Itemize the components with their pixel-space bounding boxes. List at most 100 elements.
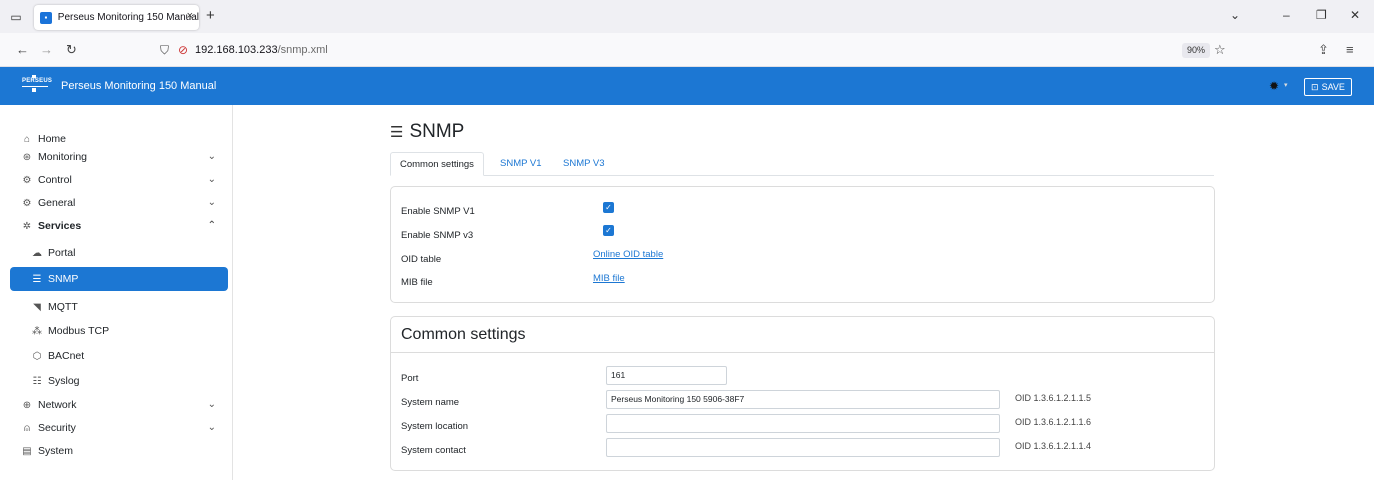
network-tree-icon: ⁂ <box>32 325 42 337</box>
sidebar-item-mqtt[interactable]: ◥ MQTT <box>10 296 228 318</box>
sidebar-item-label: Home <box>38 133 67 145</box>
forward-arrow-icon[interactable]: → <box>40 42 53 57</box>
system-location-label: System location <box>401 421 469 432</box>
sidebar-item-network[interactable]: ⊕ Network ⌄ <box>10 394 228 416</box>
page-title: ☰ SNMP <box>390 121 464 143</box>
system-name-input[interactable]: Perseus Monitoring 150 5906-38F7 <box>606 390 1000 409</box>
list-icon: ☷ <box>32 375 42 387</box>
theme-dropdown-chevron-icon[interactable]: ▾ <box>1284 81 1288 89</box>
snmp-icon: ☰ <box>32 273 42 285</box>
sidebar-item-label: Portal <box>48 247 76 259</box>
share-icon[interactable]: ⇪ <box>1318 42 1329 58</box>
sidebar-item-label: Security <box>38 422 76 434</box>
port-input[interactable]: 161 <box>606 366 727 385</box>
sidebar-item-label: System <box>38 445 74 457</box>
settings-tabs: Common settings SNMP V1 SNMP V3 <box>390 152 1214 176</box>
sidebar-item-general[interactable]: ⚙ General ⌄ <box>10 192 228 214</box>
tab-overflow-chevron-icon[interactable]: ⌄ <box>1230 8 1240 22</box>
system-icon: ▤ <box>22 445 32 457</box>
tab-title: Perseus Monitoring 150 Manual <box>57 12 199 23</box>
shield-icon[interactable]: ⛉ <box>160 43 169 58</box>
sidebar-item-modbus-tcp[interactable]: ⁂ Modbus TCP <box>10 320 228 342</box>
reload-icon[interactable]: ↻ <box>66 42 77 58</box>
tab-snmp-v3[interactable]: SNMP V3 <box>554 152 614 176</box>
sidebar-item-control[interactable]: ⚙ Control ⌄ <box>10 169 228 191</box>
services-icon: ✲ <box>22 220 32 232</box>
chevron-down-icon: ⌄ <box>207 174 216 185</box>
tab-list-icon[interactable]: ▭ <box>8 9 24 25</box>
sidebar-item-bacnet[interactable]: ⬡ BACnet <box>10 345 228 367</box>
gear-icon: ⚙ <box>22 197 32 209</box>
tab-close-icon[interactable]: × <box>187 10 193 22</box>
chevron-down-icon: ⌄ <box>207 399 216 410</box>
enable-v1-checkbox[interactable]: ✓ <box>603 202 614 213</box>
system-contact-input[interactable] <box>606 438 1000 457</box>
tab-common-settings[interactable]: Common settings <box>390 152 484 176</box>
system-location-oid: OID 1.3.6.1.2.1.1.6 <box>1015 417 1092 427</box>
sidebar-item-label: BACnet <box>48 350 85 362</box>
tab-snmp-v1[interactable]: SNMP V1 <box>491 152 551 176</box>
chevron-down-icon: ⌄ <box>207 197 216 208</box>
lock-icon: ⍝ <box>24 422 30 434</box>
cloud-icon: ☁ <box>32 247 42 259</box>
app-header: PERSEUS Perseus Monitoring 150 Manual ✹ … <box>0 67 1374 105</box>
save-button-label: SAVE <box>1321 82 1345 92</box>
sidebar-item-label: Modbus TCP <box>48 325 110 337</box>
browser-tab[interactable]: ▪ Perseus Monitoring 150 Manual × <box>34 5 199 30</box>
sidebar-item-system[interactable]: ▤ System <box>10 440 228 462</box>
url-bar[interactable]: 192.168.103.233/snmp.xml <box>195 44 328 56</box>
restore-icon[interactable]: ❐ <box>1316 8 1327 22</box>
online-oid-table-link[interactable]: Online OID table <box>593 249 663 260</box>
enable-v3-checkbox[interactable]: ✓ <box>603 225 614 236</box>
sidebar-item-snmp[interactable]: ☰ SNMP <box>10 267 228 291</box>
minimize-icon[interactable]: – <box>1283 8 1290 22</box>
page-title-text: SNMP <box>409 121 465 142</box>
url-path: /snmp.xml <box>277 44 328 56</box>
sidebar-item-label: SNMP <box>48 273 79 285</box>
sidebar-item-label: Services <box>38 220 82 232</box>
hexagon-icon: ⬡ <box>32 350 42 362</box>
menu-icon[interactable]: ≡ <box>1346 42 1354 57</box>
sidebar-item-label: Control <box>38 174 72 186</box>
sidebar: ⌂ Home ⊛ Monitoring ⌄ ⚙ Control ⌄ ⚙ General … <box>0 105 233 480</box>
back-arrow-icon[interactable]: ← <box>16 42 29 57</box>
tab-favicon-icon: ▪ <box>40 11 52 24</box>
save-icon: ⊡ <box>1311 81 1319 92</box>
zoom-level-badge[interactable]: 90% <box>1182 43 1211 58</box>
sidebar-item-label: MQTT <box>48 301 78 313</box>
sidebar-item-services[interactable]: ✲ Services ⌃ <box>10 215 228 237</box>
sidebar-item-syslog[interactable]: ☷ Syslog <box>10 370 228 392</box>
chevron-down-icon: ⌄ <box>207 422 216 433</box>
sidebar-item-security[interactable]: ⍝ Security ⌄ <box>10 417 228 439</box>
window-close-icon[interactable]: ✕ <box>1350 8 1360 22</box>
enable-v3-label: Enable SNMP v3 <box>401 230 474 241</box>
system-contact-label: System contact <box>401 445 466 456</box>
snmp-icon: ☰ <box>390 124 404 141</box>
gauge-icon: ⊛ <box>22 151 32 163</box>
sidebar-item-portal[interactable]: ☁ Portal <box>10 242 228 264</box>
enable-v1-label: Enable SNMP V1 <box>401 206 475 217</box>
theme-sun-icon[interactable]: ✹ <box>1269 79 1279 93</box>
save-button[interactable]: ⊡ SAVE <box>1304 78 1352 96</box>
card-header: Common settings <box>391 317 1214 353</box>
common-settings-card: Common settings Port 161 System name Per… <box>390 316 1215 471</box>
port-label: Port <box>401 373 419 384</box>
sidebar-item-label: Network <box>38 399 77 411</box>
system-contact-oid: OID 1.3.6.1.2.1.1.4 <box>1015 441 1092 451</box>
mib-file-label: MIB file <box>401 277 433 288</box>
mib-file-link[interactable]: MIB file <box>593 273 625 284</box>
sidebar-item-label: Monitoring <box>38 151 88 163</box>
system-name-label: System name <box>401 397 460 408</box>
new-tab-button[interactable]: + <box>206 7 215 24</box>
perseus-logo: PERSEUS <box>22 75 52 97</box>
sidebar-item-label: General <box>38 197 76 209</box>
bookmark-star-icon[interactable]: ☆ <box>1214 42 1226 58</box>
system-location-input[interactable] <box>606 414 1000 433</box>
sidebar-item-monitoring[interactable]: ⊛ Monitoring ⌄ <box>10 146 228 168</box>
browser-nav-bar: ← → ↻ ⛉ ⊘ 192.168.103.233/snmp.xml 90% ☆… <box>0 33 1374 67</box>
browser-tab-bar: ▭ ▪ Perseus Monitoring 150 Manual × + ⌄ … <box>0 0 1374 33</box>
control-icon: ⚙ <box>22 174 32 186</box>
lock-broken-icon[interactable]: ⊘ <box>178 43 188 57</box>
system-name-oid: OID 1.3.6.1.2.1.1.5 <box>1015 393 1092 403</box>
card-title: Common settings <box>401 326 526 343</box>
